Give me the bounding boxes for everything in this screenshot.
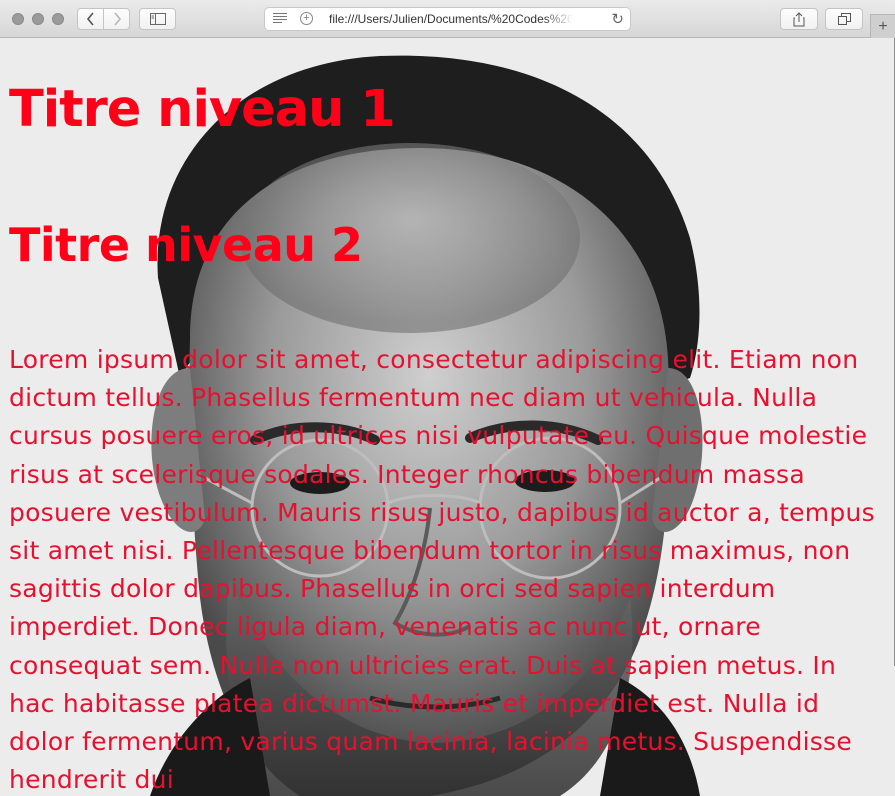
heading-level-1: Titre niveau 1 (9, 80, 396, 139)
reload-icon[interactable]: ↻ (611, 10, 624, 28)
reader-icon[interactable] (273, 12, 287, 24)
sidebar-icon (149, 13, 166, 25)
close-window-button[interactable] (12, 13, 24, 25)
share-button[interactable] (780, 8, 818, 30)
zoom-window-button[interactable] (52, 13, 64, 25)
browser-toolbar: + file:///Users/Julien/Documents/%20Code… (0, 0, 895, 38)
address-url[interactable]: file:///Users/Julien/Documents/%20Codes%… (329, 12, 573, 26)
forward-button[interactable] (103, 8, 130, 30)
body-paragraph: Lorem ipsum dolor sit amet, consectetur … (9, 345, 875, 795)
minimize-window-button[interactable] (32, 13, 44, 25)
address-bar[interactable]: + file:///Users/Julien/Documents/%20Code… (264, 7, 631, 31)
web-page: Titre niveau 1 Titre niveau 2 Lorem ipsu… (0, 38, 894, 796)
chevron-right-icon (113, 12, 121, 26)
plus-icon: + (878, 17, 888, 35)
sidebar-toggle-button[interactable] (139, 8, 176, 30)
heading-level-2: Titre niveau 2 (9, 218, 363, 272)
new-tab-button[interactable]: + (870, 14, 895, 38)
plus-circle-icon[interactable]: + (300, 12, 313, 25)
back-button[interactable] (77, 8, 104, 30)
tabs-overview-icon (837, 13, 851, 25)
chevron-left-icon (86, 12, 94, 26)
tabs-overview-button[interactable] (825, 8, 863, 30)
share-icon (793, 11, 805, 26)
